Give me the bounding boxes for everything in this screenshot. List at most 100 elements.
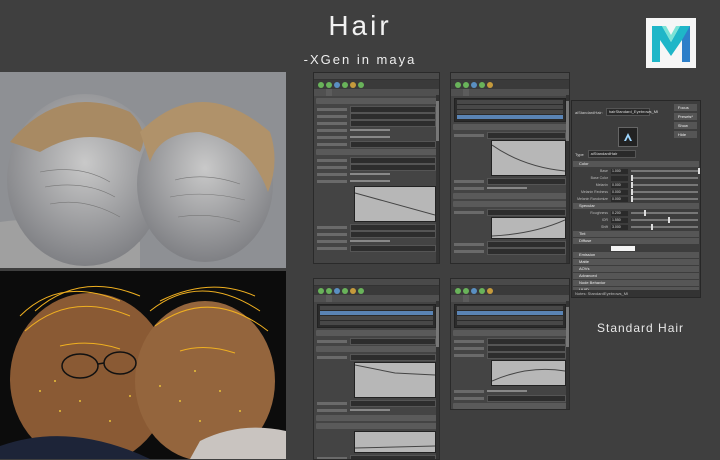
xgen-window-2[interactable] <box>450 72 570 264</box>
attr-value-field[interactable] <box>611 175 628 181</box>
attribute-editor[interactable]: aiStandardHair: hairStandard_Eyebrows_MI… <box>571 100 701 298</box>
specular-row[interactable]: Shift 3.000 <box>574 224 698 230</box>
attr-label: Roughness <box>590 211 608 215</box>
specular-row[interactable]: IOR 1.550 <box>574 217 698 223</box>
section-header[interactable] <box>316 415 437 421</box>
attr-slider[interactable] <box>631 224 698 230</box>
modifier-list[interactable] <box>317 304 436 328</box>
xgen-toolbar[interactable] <box>314 80 439 89</box>
color-row[interactable]: Base Color <box>574 175 698 181</box>
window-tabs[interactable] <box>314 295 439 302</box>
group-node-behavior[interactable]: Node Behavior <box>573 280 699 286</box>
xgen-window-3[interactable] <box>313 278 440 460</box>
attr-value-field[interactable]: 1.550 <box>611 217 628 223</box>
slider-handle[interactable] <box>631 189 633 195</box>
specular-row[interactable]: Roughness 0.200 <box>574 210 698 216</box>
attr-label: Melanin Randomize <box>577 197 608 201</box>
xgen-toolbar[interactable] <box>314 286 439 295</box>
window-tabs[interactable] <box>314 89 439 96</box>
group-emission[interactable]: Emission <box>573 252 699 258</box>
section-header[interactable] <box>316 330 437 336</box>
attr-value-field[interactable]: 3.000 <box>611 224 628 230</box>
menu-bar[interactable] <box>314 73 439 80</box>
group-color[interactable]: Color <box>573 161 699 167</box>
attr-value-field[interactable]: 1.000 <box>611 168 628 174</box>
diffuse-color-swatch[interactable] <box>611 245 635 251</box>
slider-handle[interactable] <box>631 175 633 181</box>
section-header[interactable] <box>453 201 567 207</box>
slider-handle[interactable] <box>651 224 654 230</box>
attr-value-field[interactable]: 0.000 <box>611 182 628 188</box>
group-tint[interactable]: Tint <box>573 231 699 237</box>
group-specular[interactable]: Specular <box>573 203 699 209</box>
menu-bar[interactable] <box>451 279 569 286</box>
attr-slider[interactable] <box>631 168 700 174</box>
notes-footer: Notes: StandardEyebrows_MI <box>572 290 700 297</box>
type-dropdown[interactable]: aiStandardHair <box>587 150 636 158</box>
sculpt-render <box>0 72 286 268</box>
color-row[interactable]: Base 1.000 <box>574 168 700 174</box>
page-title: Hair <box>328 10 392 41</box>
slider-handle[interactable] <box>631 182 633 188</box>
ramp-curve[interactable] <box>354 186 436 222</box>
color-row[interactable]: Melanin Randomize 0.000 <box>574 196 698 202</box>
menu-bar[interactable] <box>451 73 569 80</box>
xgen-window-1[interactable] <box>313 72 440 264</box>
section-header[interactable] <box>316 149 437 155</box>
attr-value-field[interactable]: 0.200 <box>611 210 628 216</box>
window-tabs[interactable] <box>451 295 569 302</box>
modifier-list[interactable] <box>454 304 566 328</box>
section-header[interactable] <box>316 423 437 429</box>
color-row[interactable]: Melanin Redness 0.000 <box>574 189 698 195</box>
xgen-window-4[interactable] <box>450 278 570 410</box>
arnold-shader-icon <box>618 127 638 147</box>
attr-slider[interactable] <box>631 210 698 216</box>
grey-sculpt-image <box>0 72 286 268</box>
section-header[interactable] <box>453 330 567 336</box>
attr-slider[interactable] <box>631 196 698 202</box>
attr-label: IOR <box>601 218 608 222</box>
ramp-curve[interactable] <box>491 217 566 239</box>
attr-value-field[interactable]: 0.000 <box>611 196 628 202</box>
ramp-curve[interactable] <box>491 360 566 386</box>
section-header[interactable] <box>453 403 567 409</box>
window-tabs[interactable] <box>451 89 569 96</box>
slider-handle[interactable] <box>667 217 670 223</box>
section-header[interactable] <box>316 98 437 104</box>
standard-hair-caption: Standard Hair <box>597 321 685 335</box>
page-subtitle: -XGen in maya <box>303 52 417 67</box>
slider-handle[interactable] <box>631 196 633 202</box>
section-header[interactable] <box>453 193 567 199</box>
section-header[interactable] <box>316 346 437 352</box>
modifier-list[interactable] <box>454 98 566 122</box>
shader-name-field[interactable]: hairStandard_Eyebrows_MI <box>605 108 658 116</box>
attr-slider[interactable] <box>631 217 698 223</box>
ramp-curve[interactable] <box>354 362 436 398</box>
group-diffuse[interactable]: Diffuse <box>573 238 699 244</box>
attr-slider[interactable] <box>631 189 698 195</box>
textured-render <box>0 271 286 459</box>
group-aovs[interactable]: AOVs <box>573 266 699 272</box>
menu-bar[interactable] <box>314 279 439 286</box>
attr-label: Base Color <box>590 176 608 180</box>
slider-handle[interactable] <box>698 168 700 174</box>
attr-slider[interactable] <box>631 175 698 181</box>
xgen-toolbar[interactable] <box>451 80 569 89</box>
attr-value-field[interactable]: 0.000 <box>611 189 628 195</box>
show-button[interactable]: Show <box>673 122 697 129</box>
attr-slider[interactable] <box>631 182 698 188</box>
group-matte[interactable]: Matte <box>573 259 699 265</box>
hide-button[interactable]: Hide <box>673 131 697 138</box>
focus-button[interactable]: Focus <box>673 104 697 111</box>
ramp-curve[interactable] <box>491 140 566 176</box>
presets-button[interactable]: Presets* <box>673 113 697 120</box>
color-row[interactable]: Melanin 0.000 <box>574 182 698 188</box>
slider-handle[interactable] <box>644 210 647 216</box>
group-advanced[interactable]: Advanced <box>573 273 699 279</box>
xgen-toolbar[interactable] <box>451 286 569 295</box>
type-label: Type <box>575 151 584 157</box>
maya-logo-icon <box>646 18 696 68</box>
section-header[interactable] <box>453 124 567 130</box>
attr-label: Shift <box>600 225 608 229</box>
ramp-curve[interactable] <box>354 431 436 453</box>
